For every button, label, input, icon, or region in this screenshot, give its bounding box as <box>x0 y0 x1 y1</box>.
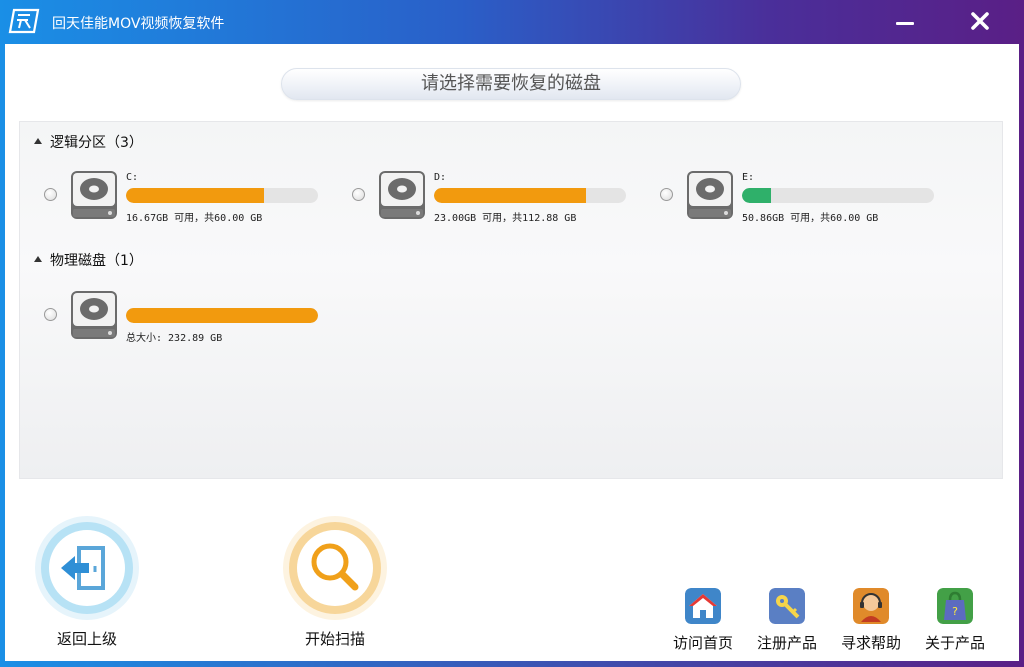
magnifier-icon <box>297 530 373 606</box>
physical-group-header[interactable]: 物理磁盘（1） <box>34 250 143 270</box>
app-logo-icon <box>8 8 40 34</box>
drive-item-d[interactable]: D: 23.00GB 可用，共112.88 GB <box>352 170 642 230</box>
key-icon <box>769 588 805 624</box>
seek-help-label: 寻求帮助 <box>831 632 911 653</box>
drive-letter: E: <box>742 172 754 183</box>
close-button[interactable] <box>964 6 996 38</box>
title-bar: 回天佳能MOV视频恢复软件 <box>0 0 1024 44</box>
start-scan-button[interactable] <box>283 516 387 620</box>
hard-disk-icon <box>686 170 734 220</box>
usage-bar-fill <box>126 188 264 203</box>
info-bag-icon: ? <box>937 588 973 624</box>
exit-door-icon <box>49 530 125 606</box>
usage-bar <box>434 188 626 203</box>
visit-homepage-link[interactable]: 访问首页 <box>663 584 743 654</box>
drive-radio[interactable] <box>44 188 57 201</box>
svg-text:?: ? <box>952 605 958 618</box>
usage-bar-fill <box>742 188 771 203</box>
main-content: 请选择需要恢复的磁盘 逻辑分区（3） C: 16.67GB 可用，共60.00 … <box>5 44 1019 661</box>
back-button-label: 返回上级 <box>27 628 147 649</box>
window-border-right <box>1019 44 1024 661</box>
drive-radio[interactable] <box>660 188 673 201</box>
register-product-label: 注册产品 <box>747 632 827 653</box>
drive-space-info: 50.86GB 可用，共60.00 GB <box>742 209 878 224</box>
drive-space-info: 23.00GB 可用，共112.88 GB <box>434 209 576 224</box>
bottom-action-bar: 返回上级 开始扫描 访问首页 <box>5 504 1019 661</box>
hard-disk-icon <box>70 170 118 220</box>
hard-disk-icon <box>70 290 118 340</box>
drive-radio[interactable] <box>44 308 57 321</box>
drive-radio[interactable] <box>352 188 365 201</box>
logical-group-header[interactable]: 逻辑分区（3） <box>34 132 143 152</box>
hard-disk-icon <box>378 170 426 220</box>
usage-bar-fill <box>126 308 318 323</box>
drive-item-e[interactable]: E: 50.86GB 可用，共60.00 GB <box>660 170 950 230</box>
drive-item-physical-0[interactable]: 总大小: 232.89 GB <box>44 290 334 350</box>
about-product-label: 关于产品 <box>915 632 995 653</box>
register-product-link[interactable]: 注册产品 <box>747 584 827 654</box>
drive-letter: D: <box>434 172 446 183</box>
window-title: 回天佳能MOV视频恢复软件 <box>52 13 224 33</box>
visit-homepage-label: 访问首页 <box>663 632 743 653</box>
drive-item-c[interactable]: C: 16.67GB 可用，共60.00 GB <box>44 170 334 230</box>
usage-bar-fill <box>434 188 586 203</box>
usage-bar <box>742 188 934 203</box>
drive-space-info: 总大小: 232.89 GB <box>126 329 222 344</box>
usage-bar <box>126 308 318 323</box>
physical-group-title: 物理磁盘（1） <box>50 253 143 269</box>
collapse-triangle-icon <box>34 256 42 262</box>
back-button[interactable] <box>35 516 139 620</box>
support-agent-icon <box>853 588 889 624</box>
about-product-link[interactable]: ? 关于产品 <box>915 584 995 654</box>
page-heading: 请选择需要恢复的磁盘 <box>281 68 741 100</box>
collapse-triangle-icon <box>34 138 42 144</box>
drive-letter: C: <box>126 172 138 183</box>
seek-help-link[interactable]: 寻求帮助 <box>831 584 911 654</box>
minimize-button[interactable] <box>890 8 920 36</box>
minimize-icon <box>896 22 914 25</box>
drive-space-info: 16.67GB 可用，共60.00 GB <box>126 209 262 224</box>
window-border-bottom <box>0 661 1024 667</box>
logical-group-title: 逻辑分区（3） <box>50 135 143 151</box>
start-scan-label: 开始扫描 <box>275 628 395 649</box>
usage-bar <box>126 188 318 203</box>
disk-list-panel: 逻辑分区（3） C: 16.67GB 可用，共60.00 GB <box>19 121 1003 479</box>
home-icon <box>685 588 721 624</box>
